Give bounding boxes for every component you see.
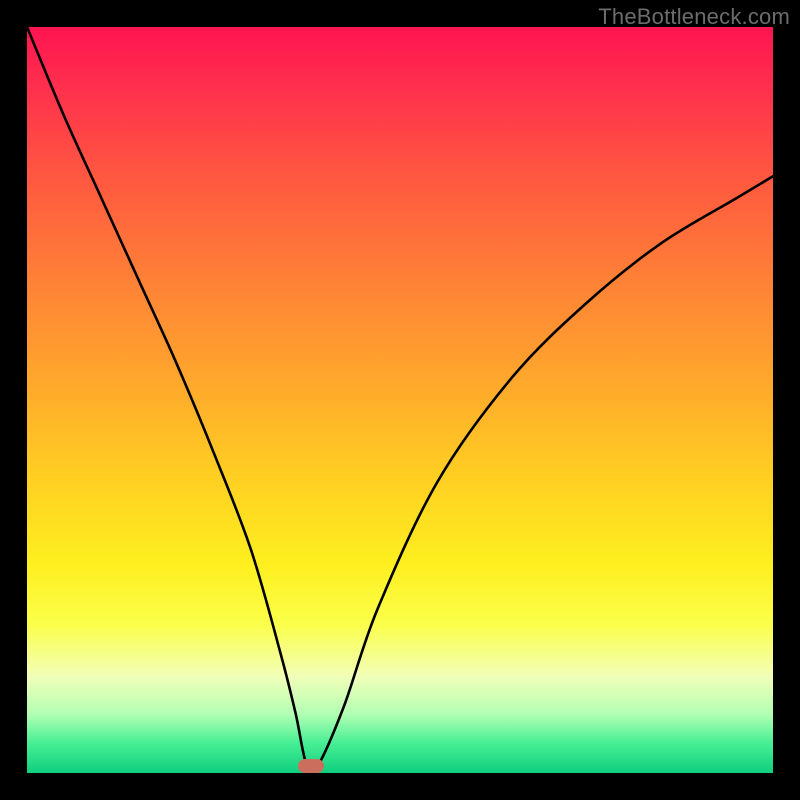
plot-area (27, 27, 773, 773)
curve-path (27, 27, 773, 773)
min-marker (298, 759, 324, 773)
bottleneck-curve (27, 27, 773, 773)
chart-frame: TheBottleneck.com (0, 0, 800, 800)
